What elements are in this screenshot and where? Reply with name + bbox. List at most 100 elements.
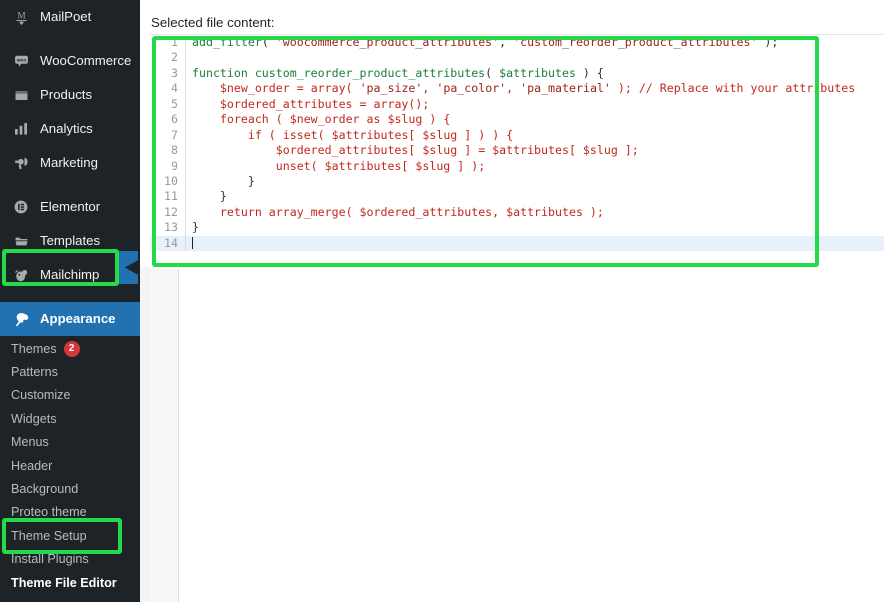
- code-line-text: $ordered_attributes[ $slug ] = $attribut…: [192, 143, 639, 158]
- admin-screen: M MailPoet woo WooCommerce Products Analytics…: [0, 0, 884, 602]
- sidebar-subitem-badge: 2: [63, 340, 80, 357]
- sidebar-item-analytics[interactable]: Analytics: [0, 112, 140, 146]
- code-line-number: 12: [150, 204, 186, 221]
- sidebar-subitem-customize[interactable]: Customize: [0, 384, 140, 407]
- code-line-text: $new_order = array( 'pa_size', 'pa_color…: [192, 81, 856, 96]
- sidebar-item-label: MailPoet: [40, 9, 92, 25]
- code-line-number: 9: [150, 158, 186, 174]
- page-title: Selected file content:: [151, 15, 275, 30]
- sidebar-item-marketing[interactable]: Marketing: [0, 146, 140, 180]
- code-line-number: 8: [150, 143, 186, 159]
- sidebar-subitem-background[interactable]: Background: [0, 477, 140, 500]
- code-line-text: [186, 236, 884, 251]
- code-line-number: 2: [150, 50, 186, 66]
- sidebar-subitem-menus[interactable]: Menus: [0, 431, 140, 454]
- code-line-number: 5: [150, 96, 186, 113]
- editor-gutter-background: [150, 267, 179, 602]
- code-line[interactable]: 2: [150, 50, 884, 66]
- code-line[interactable]: 13}: [150, 220, 884, 236]
- code-line-number: 13: [150, 220, 186, 236]
- sidebar-subitem-label: Theme File Editor: [11, 575, 117, 590]
- code-line-text: $ordered_attributes = array();: [192, 96, 430, 111]
- code-line-number: 3: [150, 65, 186, 82]
- sidebar-subitem-label: Theme Setup: [11, 528, 87, 543]
- templates-icon: [11, 231, 31, 251]
- code-editor[interactable]: 1 add_filter( 'woocommerce_product_attrib…: [150, 34, 884, 269]
- sidebar-subitem-label: Background: [11, 482, 79, 497]
- sidebar-item-label: Mailchimp: [40, 267, 100, 283]
- sidebar-subitem-install-plugins[interactable]: Install Plugins: [0, 548, 140, 571]
- code-line-text: add_filter( 'woocommerce_product_attribu…: [192, 35, 779, 49]
- sidebar-subitem-widgets[interactable]: Widgets: [0, 407, 140, 430]
- sidebar-subitem-label: Proteo theme: [11, 505, 87, 520]
- sidebar-item-label: Analytics: [40, 121, 93, 137]
- code-line[interactable]: 5 $ordered_attributes = array();: [150, 96, 884, 113]
- code-line-text: }: [192, 220, 199, 235]
- sidebar-item-woocommerce[interactable]: woo WooCommerce: [0, 44, 140, 78]
- code-line[interactable]: 12 return array_merge( $ordered_attribut…: [150, 204, 884, 221]
- code-line[interactable]: 8 $ordered_attributes[ $slug ] = $attrib…: [150, 143, 884, 159]
- code-line[interactable]: 9 unset( $attributes[ $slug ] );: [150, 158, 884, 174]
- sidebar-item-label: Marketing: [40, 155, 98, 171]
- sidebar-item-appearance[interactable]: Appearance: [0, 302, 140, 336]
- code-line-text: return array_merge( $ordered_attributes,…: [192, 204, 604, 219]
- sidebar-subitem-themes[interactable]: Themes 2: [0, 337, 140, 360]
- sidebar-submenu-appearance: Themes 2 Patterns Customize Widgets Menus Head…: [0, 336, 140, 601]
- sidebar-item-label: Templates: [40, 233, 101, 249]
- sidebar-subitem-proteo-theme[interactable]: Proteo theme: [0, 501, 140, 524]
- code-line-text: }: [192, 189, 227, 204]
- code-line[interactable]: 6 foreach ( $new_order as $slug ) {: [150, 112, 884, 128]
- sidebar-subitem-label: Patterns: [11, 365, 58, 380]
- sidebar-subitem-label: Menus: [11, 435, 49, 450]
- code-line-number: 14: [150, 235, 186, 252]
- code-line[interactable]: 14: [150, 235, 884, 252]
- sidebar-separator: [0, 34, 140, 44]
- sidebar-item-mailpoet[interactable]: M MailPoet: [0, 0, 140, 34]
- sidebar-subitem-label: Widgets: [11, 411, 57, 426]
- sidebar-item-products[interactable]: Products: [0, 78, 140, 112]
- sidebar-item-label: Products: [40, 87, 93, 103]
- code-line-text: foreach ( $new_order as $slug ) {: [192, 112, 451, 127]
- sidebar-subitem-label: Customize: [11, 388, 71, 403]
- sidebar-subitem-theme-file-editor[interactable]: Theme File Editor: [0, 571, 140, 594]
- text-cursor: [192, 236, 193, 249]
- code-line[interactable]: 4 $new_order = array( 'pa_size', 'pa_col…: [150, 81, 884, 97]
- code-line-number: 7: [150, 127, 186, 144]
- analytics-icon: [11, 119, 31, 139]
- sidebar-subitem-label: Header: [11, 458, 53, 473]
- code-line-text: function custom_reorder_product_attribut…: [192, 65, 604, 80]
- sidebar-subitem-theme-setup[interactable]: Theme Setup: [0, 524, 140, 547]
- svg-text:M: M: [17, 11, 26, 21]
- sidebar-subitem-patterns[interactable]: Patterns: [0, 360, 140, 383]
- code-line-list[interactable]: 1 add_filter( 'woocommerce_product_attrib…: [150, 35, 884, 252]
- products-icon: [11, 85, 31, 105]
- elementor-icon: [11, 197, 31, 217]
- code-line[interactable]: 7 if ( isset( $attributes[ $slug ] ) ) {: [150, 127, 884, 144]
- code-line-text: }: [192, 173, 255, 188]
- code-line[interactable]: 11 }: [150, 189, 884, 205]
- sidebar-subitem-label: Themes: [11, 341, 57, 356]
- code-line-number: 10: [150, 173, 186, 190]
- code-line[interactable]: 3 function custom_reorder_product_attribu…: [150, 65, 884, 82]
- sidebar-item-label: WooCommerce: [40, 53, 132, 69]
- code-line-number: 6: [150, 112, 186, 128]
- admin-sidebar: M MailPoet woo WooCommerce Products Analytics…: [0, 0, 140, 602]
- sidebar-subitem-header[interactable]: Header: [0, 454, 140, 477]
- code-line-text: unset( $attributes[ $slug ] );: [192, 158, 486, 173]
- svg-text:woo: woo: [15, 59, 26, 64]
- code-line-number: 11: [150, 189, 186, 205]
- sidebar-item-elementor[interactable]: Elementor: [0, 190, 140, 224]
- sidebar-subitem-label: Install Plugins: [11, 552, 89, 567]
- mailpoet-icon: M: [11, 7, 31, 27]
- code-line-number: 4: [150, 81, 186, 97]
- marketing-icon: [11, 153, 31, 173]
- code-line-number: 1: [150, 35, 186, 51]
- appearance-icon: [11, 309, 31, 329]
- sidebar-item-label: Appearance: [40, 311, 116, 327]
- sidebar-item-label: Elementor: [40, 199, 101, 215]
- code-line[interactable]: 1 add_filter( 'woocommerce_product_attrib…: [150, 35, 884, 51]
- code-line[interactable]: 10 }: [150, 173, 884, 190]
- mailchimp-icon: [11, 265, 31, 285]
- sidebar-separator: [0, 180, 140, 190]
- woocommerce-icon: woo: [11, 51, 31, 71]
